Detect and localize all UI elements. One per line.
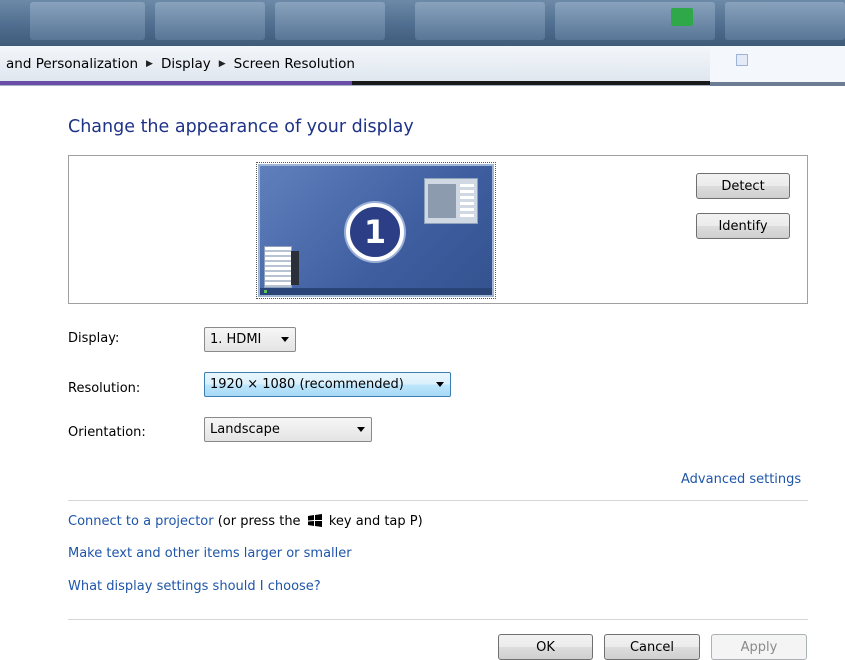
chevron-down-icon bbox=[357, 427, 365, 432]
display-select[interactable]: 1. HDMI bbox=[204, 327, 296, 352]
resolution-label: Resolution: bbox=[68, 381, 141, 396]
breadcrumb: and Personalization ▶ Display ▶ Screen R… bbox=[6, 56, 355, 72]
divider bbox=[68, 500, 808, 501]
display-settings-help-link[interactable]: What display settings should I choose? bbox=[68, 579, 321, 594]
identify-button[interactable]: Identify bbox=[696, 213, 790, 239]
blurred-tab bbox=[725, 2, 845, 40]
monitor-taskbar bbox=[260, 288, 492, 295]
blurred-tab bbox=[155, 2, 265, 40]
apply-button[interactable]: Apply bbox=[711, 634, 807, 660]
blurred-tab bbox=[275, 2, 385, 40]
accent-bar bbox=[0, 81, 352, 85]
page-title: Change the appearance of your display bbox=[68, 117, 414, 137]
projector-row: Connect to a projector (or press the key… bbox=[68, 514, 423, 529]
breadcrumb-item-personalization[interactable]: and Personalization bbox=[6, 56, 138, 72]
shadow-bar bbox=[352, 81, 710, 85]
monitor-preview-area: 1 Detect Identify bbox=[68, 155, 808, 304]
detect-button[interactable]: Detect bbox=[696, 173, 790, 199]
orientation-select[interactable]: Landscape bbox=[204, 417, 372, 442]
resolution-select-value: 1920 × 1080 (recommended) bbox=[210, 377, 404, 392]
background-taskbar bbox=[0, 0, 845, 46]
breadcrumb-item-display[interactable]: Display bbox=[161, 56, 211, 72]
cancel-button[interactable]: Cancel bbox=[604, 634, 700, 660]
breadcrumb-item-screen-resolution[interactable]: Screen Resolution bbox=[234, 56, 355, 72]
monitor-thumbnail[interactable]: 1 bbox=[256, 162, 496, 299]
connect-projector-link[interactable]: Connect to a projector bbox=[68, 514, 214, 529]
chevron-down-icon bbox=[281, 337, 289, 342]
background-window-pane bbox=[710, 46, 845, 86]
breadcrumb-separator-icon[interactable]: ▶ bbox=[219, 59, 226, 69]
address-bar[interactable]: and Personalization ▶ Display ▶ Screen R… bbox=[0, 46, 710, 86]
advanced-settings-link[interactable]: Advanced settings bbox=[681, 472, 801, 487]
window-thumbnail-icon bbox=[424, 178, 478, 224]
divider bbox=[68, 619, 808, 620]
chevron-down-icon bbox=[436, 382, 444, 387]
projector-hint-text: (or press the bbox=[213, 514, 301, 529]
orientation-select-value: Landscape bbox=[210, 422, 280, 437]
projector-hint-text-end: key and tap P) bbox=[328, 514, 423, 529]
window-thumbnail-icon bbox=[264, 246, 299, 288]
orientation-label: Orientation: bbox=[68, 425, 146, 440]
status-indicator-icon bbox=[671, 8, 693, 26]
breadcrumb-separator-icon[interactable]: ▶ bbox=[146, 59, 153, 69]
ok-button[interactable]: OK bbox=[498, 634, 593, 660]
blurred-tab bbox=[415, 2, 545, 40]
blurred-tab bbox=[30, 2, 145, 40]
window-icon bbox=[736, 54, 748, 66]
monitor-number-badge: 1 bbox=[346, 203, 404, 261]
resolution-select[interactable]: 1920 × 1080 (recommended) bbox=[204, 372, 451, 397]
text-size-link[interactable]: Make text and other items larger or smal… bbox=[68, 546, 352, 561]
display-label: Display: bbox=[68, 331, 120, 346]
shadow-bar bbox=[710, 82, 845, 86]
display-select-value: 1. HDMI bbox=[210, 332, 262, 347]
windows-logo-icon bbox=[307, 514, 322, 527]
